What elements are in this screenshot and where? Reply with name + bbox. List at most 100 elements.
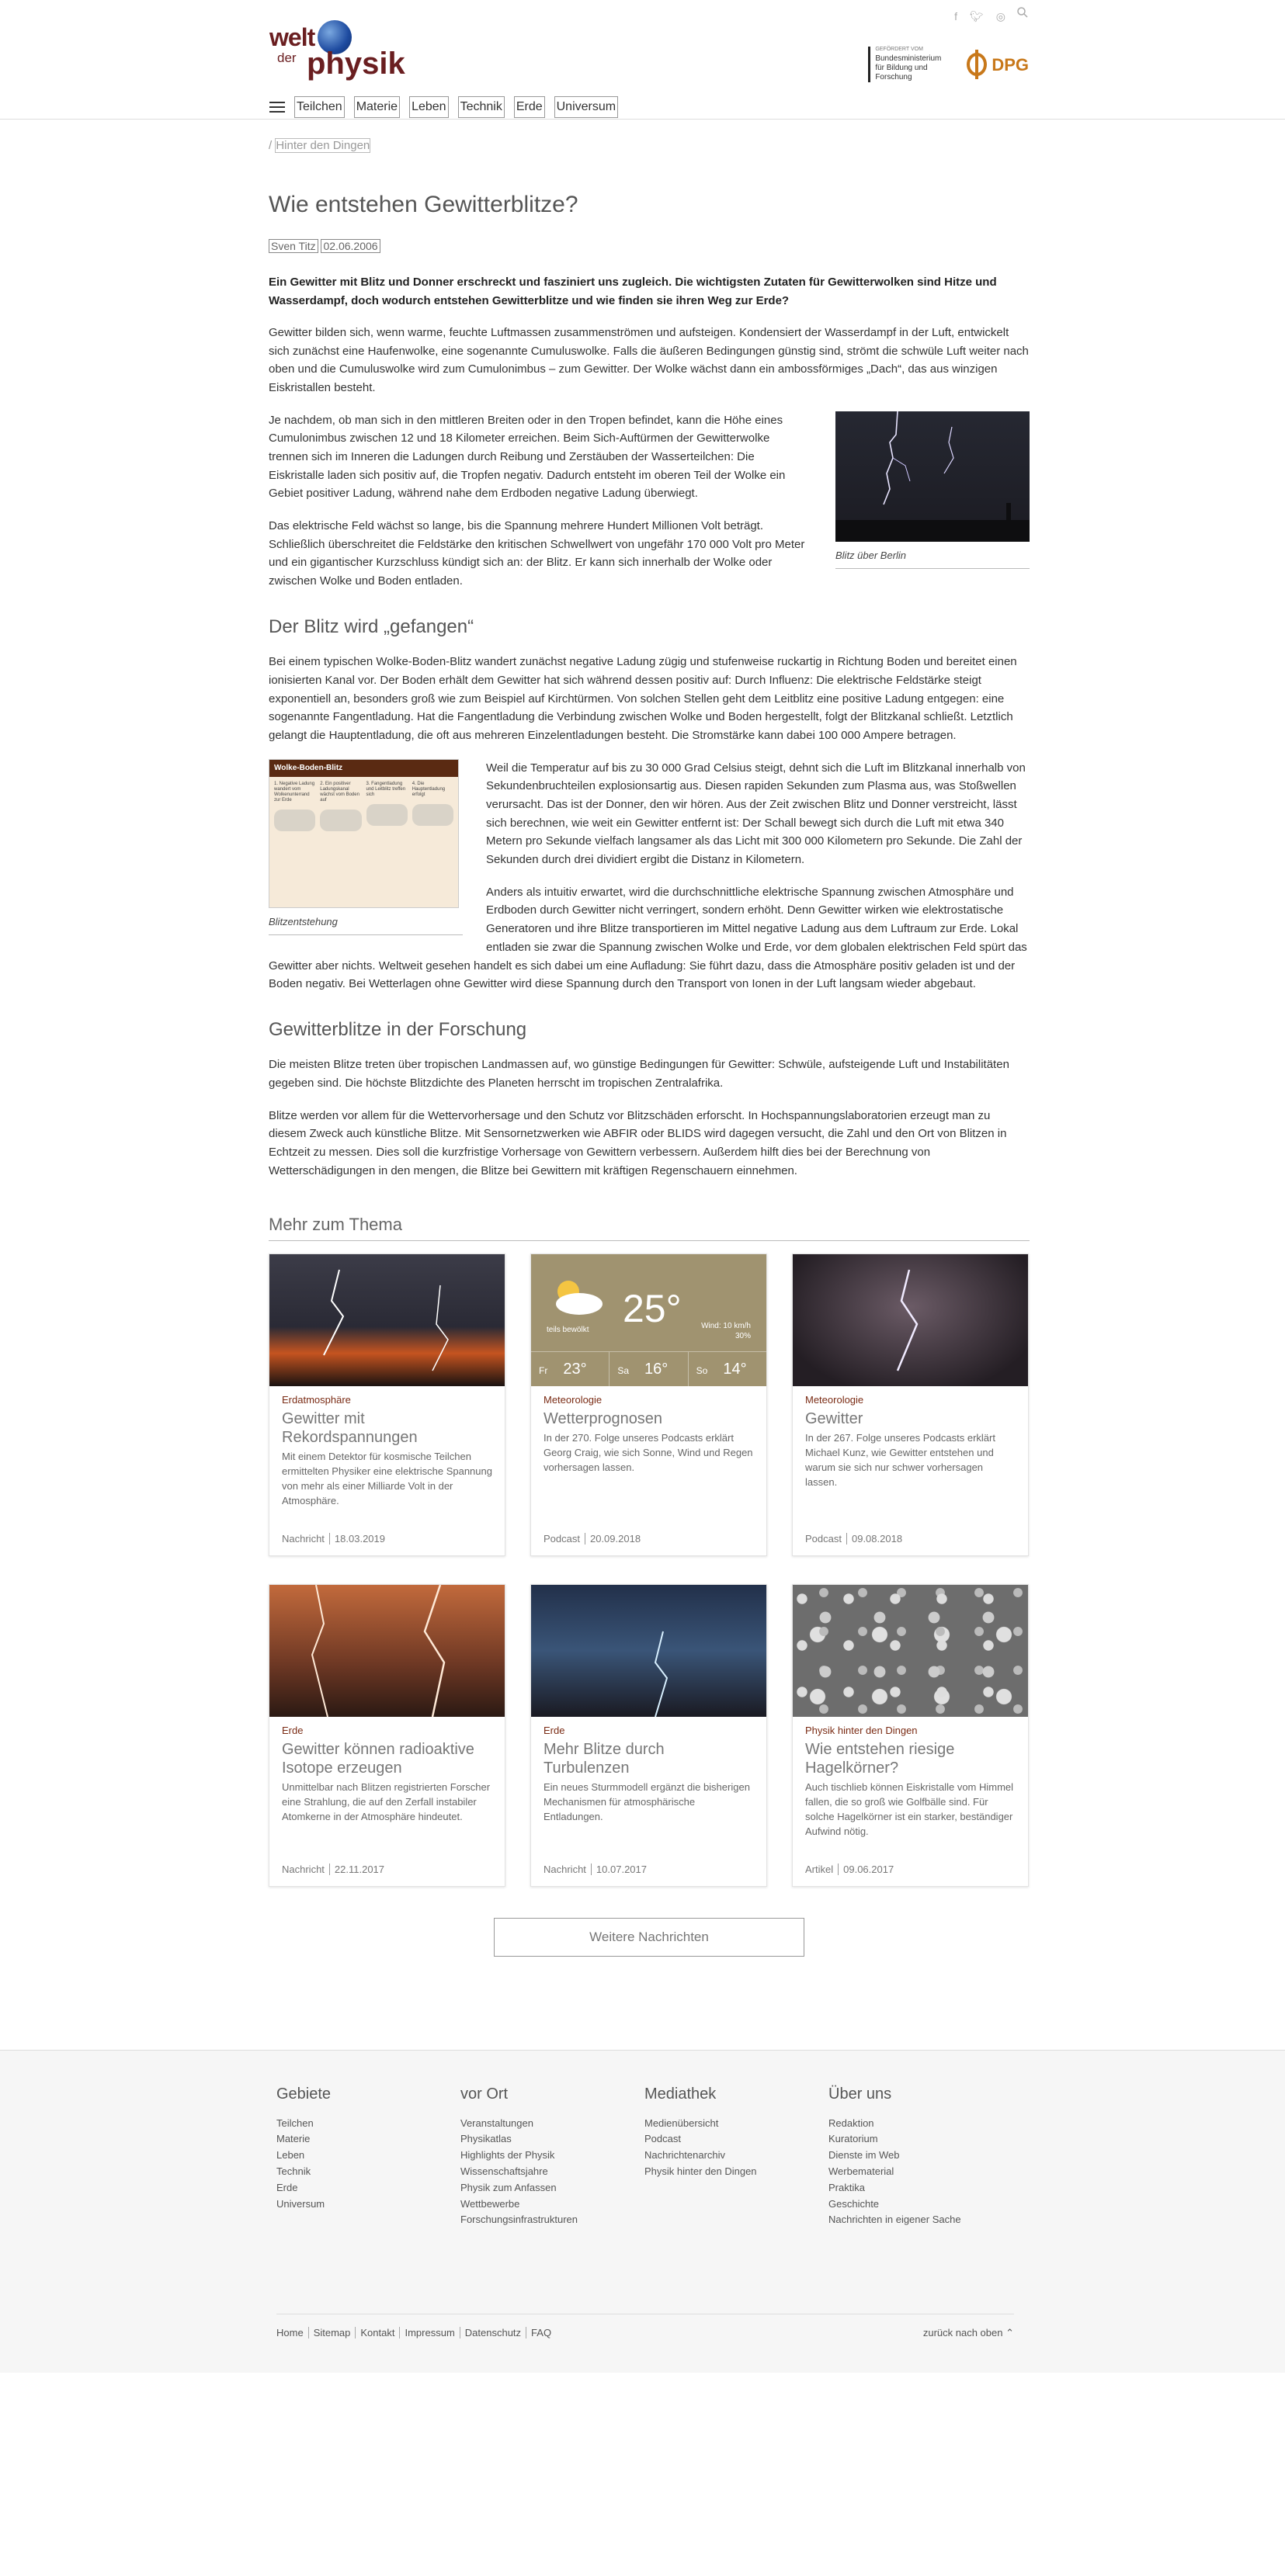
forecast-day: So 14° [696,1360,747,1378]
footer-link[interactable]: Veranstaltungen [460,2116,644,2132]
diagram-step: 4. Die Hauptentladung erfolgt [412,782,453,832]
article-meta: Sven Titz 02.06.2006 [269,237,1030,255]
footer-link[interactable]: Nachrichten in eigener Sache [828,2212,1012,2228]
menu-icon[interactable] [269,101,285,113]
footer-link[interactable]: Forschungsinfrastrukturen [460,2212,644,2228]
sponsors: GEFÖRDERT VOM Bundesministerium für Bild… [868,47,1029,83]
card-category: Erde [544,1724,565,1736]
footer-col-gebiete: Gebiete Teilchen Materie Leben Technik E… [276,2082,460,2229]
logo-text-physik: physik [307,47,405,81]
footer-link-datenschutz[interactable]: Datenschutz [460,2327,527,2339]
article-lead: Ein Gewitter mit Blitz und Donner erschr… [269,276,997,307]
more-news-button[interactable]: Weitere Nachrichten [494,1917,804,1957]
facebook-icon[interactable]: f [954,8,957,25]
footer-link[interactable]: Highlights der Physik [460,2148,644,2164]
paragraph-1: Gewitter bilden sich, wenn warme, feucht… [269,325,1029,394]
footer-link[interactable]: Technik [276,2164,460,2180]
card-teaser: Ein neues Sturmmodell ergänzt die bisher… [544,1781,750,1823]
site-logo[interactable]: welt der physik [269,20,405,82]
footer-link[interactable]: Wissenschaftsjahre [460,2164,644,2180]
chevron-up-icon: ⌃ [1005,2327,1014,2339]
footer-link[interactable]: Geschichte [828,2196,1012,2213]
footer-link-impressum[interactable]: Impressum [400,2327,460,2339]
nav-item-teilchen[interactable]: Teilchen [294,96,345,118]
footer-link[interactable]: Redaktion [828,2116,1012,2132]
related-card[interactable]: Erde Gewitter können radioaktive Isotope… [269,1583,505,1887]
back-to-top-button[interactable]: zurück nach oben ⌃ [923,2325,1014,2342]
card-category: Erdatmosphäre [282,1393,351,1406]
related-card[interactable]: Meteorologie Gewitter In der 267. Folge … [792,1253,1029,1556]
footer-heading: Über uns [828,2085,892,2103]
footer-link[interactable]: Nachrichtenarchiv [644,2148,828,2164]
nav-item-universum[interactable]: Universum [554,96,619,118]
related-card[interactable]: Erde Mehr Blitze durch Turbulenzen Ein n… [530,1583,767,1887]
footer-link-kontakt[interactable]: Kontakt [356,2327,401,2339]
dpg-logo[interactable]: DPG [967,50,1029,80]
rss-icon[interactable]: ◎ [996,8,1005,25]
footer-link-home[interactable]: Home [276,2327,309,2339]
related-cards: Erdatmosphäre Gewitter mit Rekordspannun… [269,1253,1030,1887]
footer-link[interactable]: Werbematerial [828,2164,1012,2180]
footer-col-vor-ort: vor Ort Veranstaltungen Physikatlas High… [460,2082,644,2229]
paragraph-7: Die meisten Blitze treten über tropische… [269,1058,1009,1090]
breadcrumb-link[interactable]: Hinter den Dingen [275,138,371,153]
twitter-icon[interactable]: 🐦︎ [970,8,984,25]
footer-link[interactable]: Podcast [644,2131,828,2148]
diagram-step: 2. Ein positiver Ladungskanal wächst vom… [320,782,362,832]
bmbf-logo[interactable]: GEFÖRDERT VOM Bundesministerium für Bild… [868,47,945,83]
nav-item-technik[interactable]: Technik [457,96,505,118]
card-title[interactable]: Gewitter mit Rekordspannungen [269,1408,505,1450]
nav-item-leben[interactable]: Leben [409,96,449,118]
footer-link[interactable]: Materie [276,2131,460,2148]
cloud-sun-icon [556,1280,603,1315]
card-title[interactable]: Wetterprognosen [531,1408,766,1431]
footer-link[interactable]: Leben [276,2148,460,2164]
footer-link[interactable]: Teilchen [276,2116,460,2132]
footer-link[interactable]: Dienste im Web [828,2148,1012,2164]
photo-caption: Blitz über Berlin [835,542,1030,570]
footer-link-faq[interactable]: FAQ [526,2327,556,2339]
search-icon[interactable] [1016,6,1029,25]
article-main: / Hinter den Dingen Wie entstehen Gewitt… [269,120,1030,1957]
related-card[interactable]: Erdatmosphäre Gewitter mit Rekordspannun… [269,1253,505,1556]
weather-label: teils bewölkt [547,1325,589,1334]
footer-link[interactable]: Medienübersicht [644,2116,828,2132]
footer-link[interactable]: Kuratorium [828,2131,1012,2148]
card-title[interactable]: Gewitter [793,1408,1028,1431]
footer-link[interactable]: Praktika [828,2180,1012,2196]
main-nav: Teilchen Materie Leben Technik Erde Univ… [269,96,619,118]
footer-link[interactable]: Erde [276,2180,460,2196]
nav-item-erde[interactable]: Erde [513,96,545,118]
more-heading: Mehr zum Thema [269,1211,1030,1241]
diagram-step: 3. Fangentladung und Leitblitz treffen s… [366,782,408,832]
card-teaser: In der 270. Folge unseres Podcasts erklä… [544,1432,753,1474]
card-meta: Podcast 20.09.2018 [544,1532,641,1545]
card-category: Erde [282,1724,304,1736]
card-title[interactable]: Gewitter können radioaktive Isotope erze… [269,1739,505,1780]
card-teaser: Unmittelbar nach Blitzen registrierten F… [282,1781,491,1823]
paragraph-4: Bei einem typischen Wolke-Boden-Blitz wa… [269,655,1017,742]
lightning-diagram[interactable]: Wolke-Boden-Blitz 1. Negative Ladung wan… [269,758,459,908]
footer-link[interactable]: Physik hinter den Dingen [644,2164,828,2180]
paragraph-8: Blitze werden vor allem für die Wettervo… [269,1108,1007,1177]
weather-widget: 25° teils bewölkt Wind: 10 km/h 30% Fr 23°… [531,1254,766,1386]
section-heading-2: Gewitterblitze in der Forschung [269,1018,527,1040]
related-card[interactable]: 25° teils bewölkt Wind: 10 km/h 30% Fr 23°… [530,1253,767,1556]
card-title[interactable]: Mehr Blitze durch Turbulenzen [531,1739,766,1780]
nav-item-materie[interactable]: Materie [353,96,401,118]
card-image: 25° teils bewölkt Wind: 10 km/h 30% Fr 23°… [531,1253,766,1386]
footer-link[interactable]: Universum [276,2196,460,2213]
footer-link[interactable]: Physik zum Anfassen [460,2180,644,2196]
card-title[interactable]: Wie entstehen riesige Hagelkörner? [793,1739,1028,1780]
lightning-photo[interactable] [835,411,1030,542]
footer-link-sitemap[interactable]: Sitemap [308,2327,356,2339]
footer-link[interactable]: Wettbewerbe [460,2196,644,2213]
related-card[interactable]: Physik hinter den Dingen Wie entstehen r… [792,1583,1029,1887]
legal-links: Home Sitemap Kontakt Impressum Datenschutz FA… [276,2325,556,2342]
card-meta: Podcast 09.08.2018 [805,1532,903,1545]
diagram-figure: Wolke-Boden-Blitz 1. Negative Ladung wan… [269,758,463,936]
publish-date: 02.06.2006 [321,239,380,253]
card-image [531,1584,766,1717]
card-meta: Nachricht 22.11.2017 [282,1863,385,1875]
footer-link[interactable]: Physikatlas [460,2131,644,2148]
